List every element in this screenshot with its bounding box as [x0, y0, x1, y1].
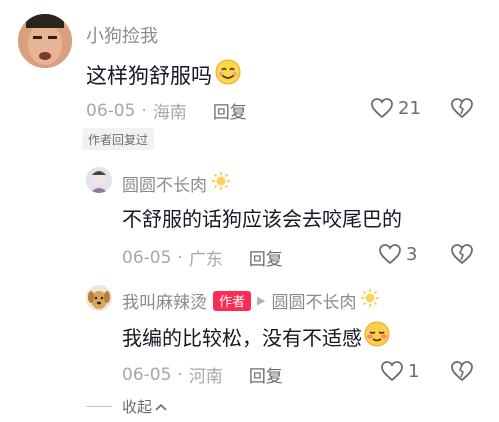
reply-meta: 06-05 · 河南 回复 [122, 362, 283, 388]
author-badge: 作者 [213, 290, 252, 311]
reply-username[interactable]: 圆圆不长肉 [122, 171, 231, 196]
like-count: 3 [406, 243, 418, 265]
reply-button[interactable]: 回复 [249, 245, 283, 270]
avatar[interactable] [86, 285, 112, 311]
reply-username-text[interactable]: 圆圆不长肉 [122, 171, 207, 196]
meta-separator: · [141, 100, 147, 121]
broken-heart-icon [451, 98, 473, 119]
like-button[interactable]: 21 [370, 97, 421, 119]
reply-text-body: 我编的比较松，没有不适感 [122, 326, 362, 350]
reply-button[interactable]: 回复 [213, 98, 247, 123]
like-button[interactable]: 1 [380, 360, 419, 382]
dislike-button[interactable] [450, 360, 474, 386]
reply-meta: 06-05 · 广东 回复 [122, 245, 283, 271]
comment-username[interactable]: 小狗捡我 [86, 22, 158, 48]
collapse-label[interactable]: 收起 [122, 396, 152, 417]
reply-location: 广东 [188, 250, 223, 270]
reply-to-username[interactable]: 圆圆不长肉 [271, 288, 356, 313]
chevron-up-icon [155, 398, 167, 416]
sun-icon [360, 288, 380, 313]
meta-separator: · [177, 364, 183, 385]
emoji-shy-icon [363, 320, 391, 353]
reply-username-text[interactable]: 我叫麻辣烫 [122, 288, 207, 313]
triangle-right-icon: ▶ [257, 294, 266, 307]
sun-icon [211, 171, 231, 196]
heart-icon [381, 361, 403, 382]
like-button[interactable]: 3 [378, 243, 417, 265]
broken-heart-icon [451, 361, 473, 382]
collapse-button[interactable]: 收起 [86, 396, 167, 417]
heart-icon [371, 98, 393, 119]
emoji-smile-icon [214, 58, 242, 91]
dislike-button[interactable] [450, 97, 474, 123]
author-replied-tag: 作者回复过 [82, 128, 155, 150]
avatar[interactable] [86, 167, 112, 193]
comment-meta: 06-05 · 海南 回复 [86, 98, 247, 124]
reply-location: 河南 [188, 367, 223, 387]
dislike-button[interactable] [450, 243, 474, 269]
reply-text: 不舒服的话狗应该会去咬尾巴的 [122, 207, 402, 231]
reply-date: 06-05 [122, 364, 172, 385]
heart-icon [379, 244, 401, 265]
broken-heart-icon [451, 244, 473, 265]
comment-location: 海南 [152, 103, 187, 123]
reply-username[interactable]: 我叫麻辣烫 作者 ▶ 圆圆不长肉 [122, 288, 380, 313]
like-count: 1 [408, 360, 420, 382]
meta-separator: · [177, 247, 183, 268]
reply-text: 我编的比较松，没有不适感 [122, 320, 391, 353]
collapse-divider [86, 406, 112, 407]
avatar[interactable] [18, 14, 72, 68]
like-count: 21 [398, 97, 421, 119]
reply-button[interactable]: 回复 [249, 362, 283, 387]
comment-date: 06-05 [86, 100, 136, 121]
comment-text-body: 这样狗舒服吗 [86, 63, 212, 88]
comment-text: 这样狗舒服吗 [86, 58, 242, 91]
reply-date: 06-05 [122, 247, 172, 268]
